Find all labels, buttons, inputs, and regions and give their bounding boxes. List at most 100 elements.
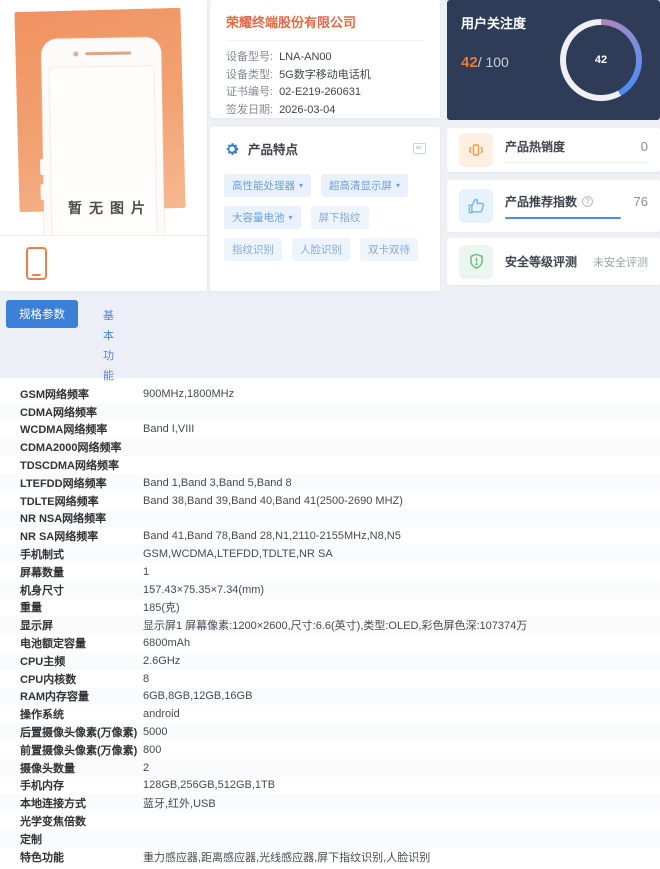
- spec-label: 手机内存: [20, 780, 64, 793]
- spec-label: LTEFDD网络频率: [20, 477, 107, 490]
- spec-label: 本地连接方式: [20, 798, 86, 811]
- chevron-down-icon: ▾: [299, 181, 304, 190]
- spec-label: 定制: [20, 833, 42, 846]
- spec-label: 显示屏: [20, 620, 53, 633]
- table-row: 手机内存 128GB,256GB,512GB,1TB: [0, 777, 660, 795]
- company-field-row: 证书编号: 02-E219-260631: [226, 84, 424, 102]
- field-label: 证书编号:: [226, 86, 274, 98]
- spec-value: 显示屏1 屏幕像素:1200×2600,尺寸:6.6(英寸),类型:OLED,彩…: [143, 620, 528, 633]
- table-row: TDLTE网络频率 Band 38,Band 39,Band 40,Band 4…: [0, 492, 660, 510]
- feature-tag[interactable]: 人脸识别: [292, 238, 350, 261]
- help-icon[interactable]: ?: [582, 196, 594, 207]
- spec-value: Band 41,Band 78,Band 28,N1,2110-2155MHz,…: [143, 530, 401, 543]
- spec-label: CDMA2000网络频率: [20, 442, 122, 455]
- feature-tag-label: 超高清显示屏: [329, 180, 393, 192]
- feature-tag[interactable]: 超高清显示屏 ▾: [321, 174, 409, 197]
- spec-label: 摄像头数量: [20, 762, 75, 775]
- product-image-card: 暂无图片: [0, 0, 207, 291]
- table-row: 摄像头数量 2: [0, 758, 660, 777]
- spec-label: CPU主频: [20, 655, 66, 668]
- spec-value: Band 38,Band 39,Band 40,Band 41(2500-269…: [143, 494, 403, 507]
- chevron-down-icon: ▾: [288, 213, 293, 222]
- field-label: 设备类型:: [226, 68, 274, 81]
- table-row: CDMA2000网络频率: [0, 438, 660, 457]
- sidebar-item-basic-functions[interactable]: 基本功能: [102, 306, 115, 386]
- spec-label: CPU内核数: [20, 673, 77, 686]
- table-row: LTEFDD网络频率 Band 1,Band 3,Band 5,Band 8: [0, 473, 660, 492]
- table-row: 定制: [0, 829, 660, 848]
- spec-label: TDLTE网络频率: [20, 495, 99, 508]
- features-title: 产品特点: [248, 143, 299, 157]
- field-value: 02-E219-260631: [279, 86, 362, 98]
- hot-sale-title: 产品热销度: [505, 139, 566, 154]
- table-row: 前置摄像头像素(万像素) 800: [0, 741, 660, 759]
- feature-tag-label: 屏下指纹: [318, 212, 361, 224]
- spec-value: 1: [143, 565, 150, 578]
- spec-label: NR SA网络频率: [20, 531, 99, 544]
- recommend-underline: [505, 217, 621, 219]
- table-row: 光学变焦倍数: [0, 812, 660, 830]
- spec-value: GSM,WCDMA,LTEFDD,TDLTE,NR SA: [143, 548, 333, 561]
- spec-label: 光学变焦倍数: [20, 816, 86, 829]
- recommend-title: 产品推荐指数: [505, 195, 578, 209]
- recommend-row: 产品推荐指数 ? 76: [505, 193, 648, 210]
- top-section: 暂无图片 荣耀终端股份有限公司 设备型号: LNA-AN00 设备类型: 5G数字移…: [0, 0, 660, 293]
- spec-label: CDMA网络频率: [20, 406, 97, 419]
- tab-spec-parameters[interactable]: 规格参数: [6, 300, 78, 328]
- table-row: 本地连接方式 蓝牙,红外,USB: [0, 794, 660, 813]
- company-field-row: 设备型号: LNA-AN00: [226, 49, 424, 67]
- image-icon[interactable]: [413, 143, 426, 154]
- hot-sale-body: 产品热销度 0: [505, 138, 648, 163]
- feature-tag-label: 指纹识别: [232, 244, 274, 256]
- spec-label: GSM网络频率: [20, 388, 90, 401]
- product-features-card: 产品特点 高性能处理器 ▾ 超高清显示屏 ▾ 大容量电池 ▾ 屏下指纹 指纹识别…: [210, 127, 440, 291]
- user-attention-card: 用户关注度 42/ 100 42: [447, 0, 660, 120]
- feature-tag[interactable]: 高性能处理器 ▾: [224, 174, 312, 197]
- feature-tag-label: 高性能处理器: [232, 180, 295, 192]
- no-image-label: 暂无图片: [68, 200, 152, 216]
- phone-thumbnail-icon[interactable]: [26, 246, 47, 280]
- feature-tags: 高性能处理器 ▾ 超高清显示屏 ▾ 大容量电池 ▾ 屏下指纹 指纹识别 人脸识别…: [224, 174, 426, 261]
- company-name[interactable]: 荣耀终端股份有限公司: [226, 12, 424, 41]
- table-row: 电池额定容量 6800mAh: [0, 634, 660, 652]
- security-row: 安全等级评测 未安全评测: [505, 253, 648, 270]
- attention-gauge-center: 42: [566, 25, 636, 95]
- table-row: CPU主频 2.6GHz: [0, 651, 660, 670]
- spec-label: RAM内存容量: [20, 691, 90, 704]
- table-row: 操作系统 android: [0, 705, 660, 723]
- spec-value: 6800mAh: [143, 637, 191, 650]
- spec-table: GSM网络频率 900MHz,1800MHz CDMA网络频率 WCDMA网络频…: [0, 378, 660, 869]
- phone-speaker-slit: [85, 51, 132, 56]
- feature-tag[interactable]: 屏下指纹: [310, 206, 369, 229]
- spec-label: NR NSA网络频率: [20, 513, 107, 526]
- spec-value: 2: [143, 761, 150, 774]
- spec-label: 前置摄像头像素(万像素): [20, 744, 138, 757]
- hot-sale-row: 产品热销度 0: [505, 138, 648, 163]
- spec-label: 重量: [20, 602, 42, 615]
- phone-side-button: [40, 184, 45, 201]
- security-rating-card: 安全等级评测 未安全评测: [447, 238, 660, 285]
- spec-label: WCDMA网络频率: [20, 424, 108, 437]
- security-value: 未安全评测: [593, 256, 648, 269]
- field-value: 5G数字移动电话机: [279, 68, 371, 81]
- table-row: NR NSA网络频率: [0, 509, 660, 528]
- phone-camera-dot: [73, 51, 79, 57]
- company-fields: 设备型号: LNA-AN00 设备类型: 5G数字移动电话机 证书编号: 02-E21…: [226, 49, 424, 119]
- attention-gauge-value: 42: [594, 54, 608, 66]
- gear-icon: [224, 141, 240, 157]
- feature-tag[interactable]: 指纹识别: [224, 238, 282, 261]
- spec-label: 电池额定容量: [20, 638, 86, 651]
- spec-tab-band: 规格参数 基本功能: [0, 293, 660, 382]
- spec-value: android: [143, 708, 180, 721]
- feature-tag[interactable]: 大容量电池 ▾: [224, 206, 301, 229]
- recommend-body: 产品推荐指数 ? 76: [505, 193, 648, 219]
- spec-label: 后置摄像头像素(万像素): [20, 727, 138, 740]
- feature-tag[interactable]: 双卡双待: [360, 238, 418, 261]
- spec-value: 5000: [143, 726, 168, 739]
- table-row: TDSCDMA网络频率: [0, 456, 660, 474]
- company-field-row: 设备类型: 5G数字移动电话机: [226, 67, 424, 85]
- table-row: 后置摄像头像素(万像素) 5000: [0, 723, 660, 741]
- security-title: 安全等级评测: [505, 255, 578, 269]
- spec-label: TDSCDMA网络频率: [20, 460, 119, 473]
- spec-value: 8: [143, 672, 150, 685]
